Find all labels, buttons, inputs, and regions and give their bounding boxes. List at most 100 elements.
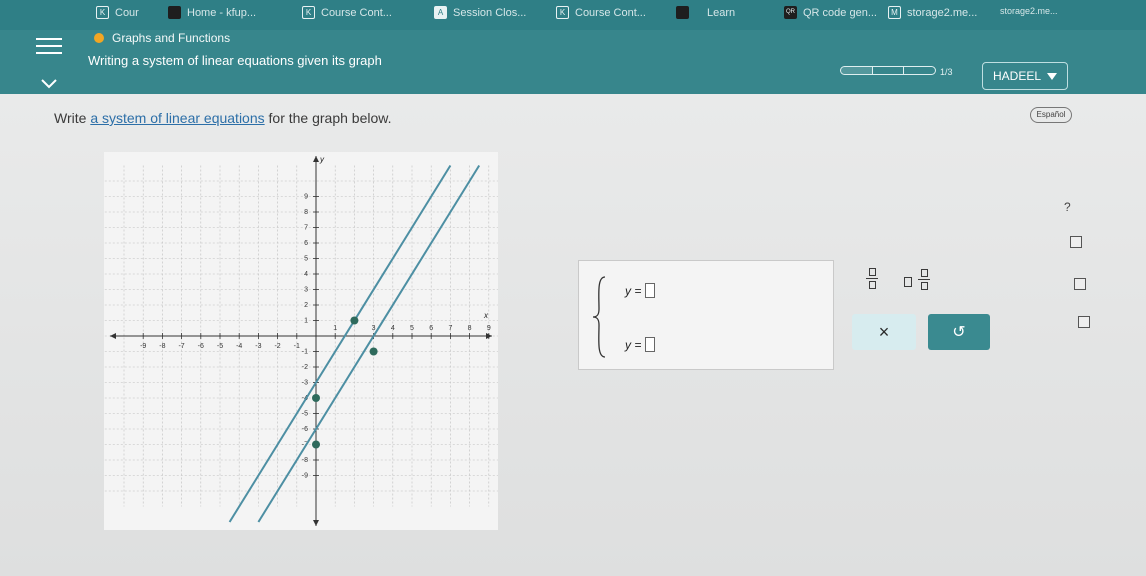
x-tick-label: -8: [159, 343, 165, 350]
equation-2-input[interactable]: [645, 337, 656, 352]
browser-tab[interactable]: QR QR code gen...: [784, 6, 877, 19]
left-brace-icon: [592, 276, 606, 358]
graph-line-2: [257, 164, 481, 523]
table-icon[interactable]: [1074, 278, 1086, 290]
tab-title: Course Cont...: [575, 6, 646, 19]
y-tick-label: 9: [304, 194, 308, 201]
browser-tab[interactable]: Home - kfup...: [168, 6, 256, 19]
progress-bar: [840, 66, 936, 75]
graph-point: [369, 347, 378, 356]
math-toolbar: × ↺: [842, 260, 1002, 354]
x-axis-label: x: [483, 311, 489, 320]
browser-tab[interactable]: K Course Cont...: [302, 6, 392, 19]
browser-tab[interactable]: M storage2.me...: [888, 6, 977, 19]
notes-icon[interactable]: [1078, 316, 1090, 328]
y-tick-label: -9: [302, 473, 308, 480]
browser-tab[interactable]: storage2.me...: [1000, 6, 1058, 16]
fraction-button[interactable]: [862, 268, 882, 294]
progress-segment: [841, 67, 873, 74]
answer-system-box: y = y =: [578, 260, 834, 370]
y-tick-label: -5: [302, 411, 308, 418]
equation-label: y =: [625, 337, 642, 352]
tab-title: Course Cont...: [321, 6, 392, 19]
tab-title: Home - kfup...: [187, 6, 257, 19]
y-tick-label: 7: [304, 225, 308, 232]
calculator-icon[interactable]: [1070, 236, 1082, 248]
menu-icon[interactable]: [36, 38, 62, 56]
progress-segment: [904, 67, 935, 74]
user-menu-button[interactable]: HADEEL: [982, 62, 1068, 90]
tab-favicon-icon: M: [888, 6, 901, 19]
graph-point: [312, 394, 320, 402]
browser-tab-bar: K Cour Home - kfup... K Course Cont... A…: [0, 0, 1146, 30]
spanish-language-button[interactable]: Español: [1030, 107, 1072, 123]
help-icon[interactable]: ?: [1064, 200, 1071, 214]
x-tick-label: 9: [487, 325, 491, 332]
tab-favicon-icon: [676, 6, 689, 19]
x-tick-label: 3: [372, 325, 376, 332]
x-tick-label: -5: [217, 343, 223, 350]
browser-tab[interactable]: K Course Cont...: [556, 6, 646, 19]
x-tick-label: -2: [274, 343, 280, 350]
qr-code-icon: QR: [784, 6, 797, 19]
question-prompt: Write a system of linear equations for t…: [54, 110, 392, 126]
tab-favicon-icon: K: [556, 6, 569, 19]
y-tick-label: -1: [302, 349, 308, 356]
y-tick-label: -6: [302, 426, 308, 433]
tab-favicon-icon: A: [434, 6, 447, 19]
caret-down-icon: [1047, 72, 1058, 80]
equation-label: y =: [625, 283, 642, 298]
y-tick-label: 1: [304, 318, 308, 325]
mixed-number-button[interactable]: [904, 269, 934, 295]
x-axis-arrow-icon: [110, 333, 116, 339]
x-tick-label: -9: [140, 343, 146, 350]
graph-point: [350, 316, 359, 325]
x-tick-label: -4: [236, 343, 242, 350]
tab-title: storage2.me...: [1000, 6, 1058, 16]
clear-button[interactable]: ×: [852, 314, 916, 350]
fraction-bar-icon: [866, 278, 878, 279]
x-tick-label: -6: [198, 343, 204, 350]
x-tick-label: 7: [448, 325, 452, 332]
y-tick-label: 5: [304, 256, 308, 263]
chevron-down-icon[interactable]: [40, 78, 58, 90]
x-tick-label: -1: [294, 343, 300, 350]
y-axis-arrow-icon: [313, 520, 319, 526]
x-tick-label: 4: [391, 325, 395, 332]
y-tick-label: -3: [302, 380, 308, 387]
y-axis-arrow-icon: [313, 156, 319, 162]
tab-title: Cour: [115, 6, 139, 19]
browser-tab[interactable]: A Session Clos...: [434, 6, 526, 19]
graph-line-1: [228, 164, 452, 523]
fraction-denominator-icon: [868, 281, 876, 289]
user-name: HADEEL: [992, 69, 1042, 83]
graph-point: [312, 440, 320, 449]
x-tick-label: 1: [333, 325, 337, 332]
y-tick-label: 2: [304, 302, 308, 309]
browser-tab[interactable]: Learn: [676, 6, 735, 19]
x-tick-label: -7: [178, 343, 184, 350]
y-tick-label: 3: [304, 287, 308, 294]
graph-svg: x y -9 -8 -7 -6 -5 -4 -3 -2 -1 1 3 4 5 6 7 8 9 9 8 7 6 5 4 3 2 1 -1 -…: [104, 155, 498, 526]
question-text: Write: [54, 110, 91, 126]
browser-tab[interactable]: K Cour: [96, 6, 139, 19]
y-axis-label: y: [319, 155, 325, 164]
glossary-link[interactable]: a system of linear equations: [90, 110, 264, 126]
tab-title: QR code gen...: [803, 6, 877, 19]
x-tick-label: -3: [255, 343, 261, 350]
equation-row-1: y =: [625, 283, 656, 298]
equation-1-input[interactable]: [645, 283, 656, 298]
topic-status-dot: [94, 33, 104, 43]
app-header: Graphs and Functions Writing a system of…: [0, 30, 1146, 94]
tab-title: Learn: [707, 6, 736, 19]
undo-button[interactable]: ↺: [928, 314, 990, 350]
y-tick-label: 8: [304, 209, 308, 216]
tab-favicon-icon: [168, 6, 181, 19]
progress-segment: [873, 67, 905, 74]
tab-title: Session Clos...: [453, 6, 527, 19]
main-content: Write a system of linear equations for t…: [0, 94, 1146, 576]
topic-title: Graphs and Functions: [112, 31, 231, 45]
x-tick-label: 5: [410, 325, 414, 332]
tab-favicon-icon: K: [302, 6, 315, 19]
progress-label: 1/3: [940, 67, 953, 77]
